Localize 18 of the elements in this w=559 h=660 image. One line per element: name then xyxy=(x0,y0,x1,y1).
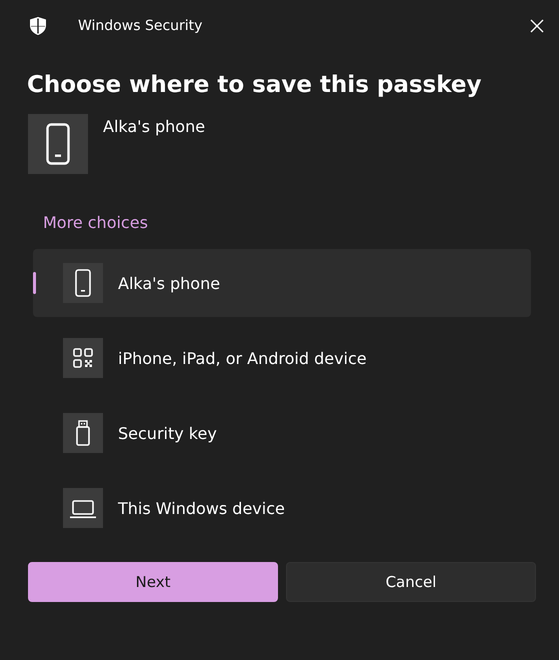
cancel-button[interactable]: Cancel xyxy=(286,562,536,602)
choice-item[interactable]: Alka's phone xyxy=(33,249,531,317)
close-icon[interactable] xyxy=(529,18,545,34)
phone-icon xyxy=(63,263,103,303)
qr-code-icon xyxy=(63,338,103,378)
device-name: Alka's phone xyxy=(103,117,206,136)
choice-item[interactable]: This Windows device xyxy=(33,474,531,542)
next-button[interactable]: Next xyxy=(28,562,278,602)
choice-item[interactable]: iPhone, iPad, or Android device xyxy=(33,324,531,392)
dialog-heading: Choose where to save this passkey xyxy=(27,71,483,100)
usb-key-icon xyxy=(63,413,103,453)
laptop-icon xyxy=(63,488,103,528)
window-title: Windows Security xyxy=(78,18,204,34)
selection-indicator xyxy=(33,272,36,294)
more-choices-label: More choices xyxy=(43,212,149,234)
shield-icon xyxy=(28,16,48,36)
phone-icon xyxy=(28,114,88,174)
choice-item[interactable]: Security key xyxy=(33,399,531,467)
